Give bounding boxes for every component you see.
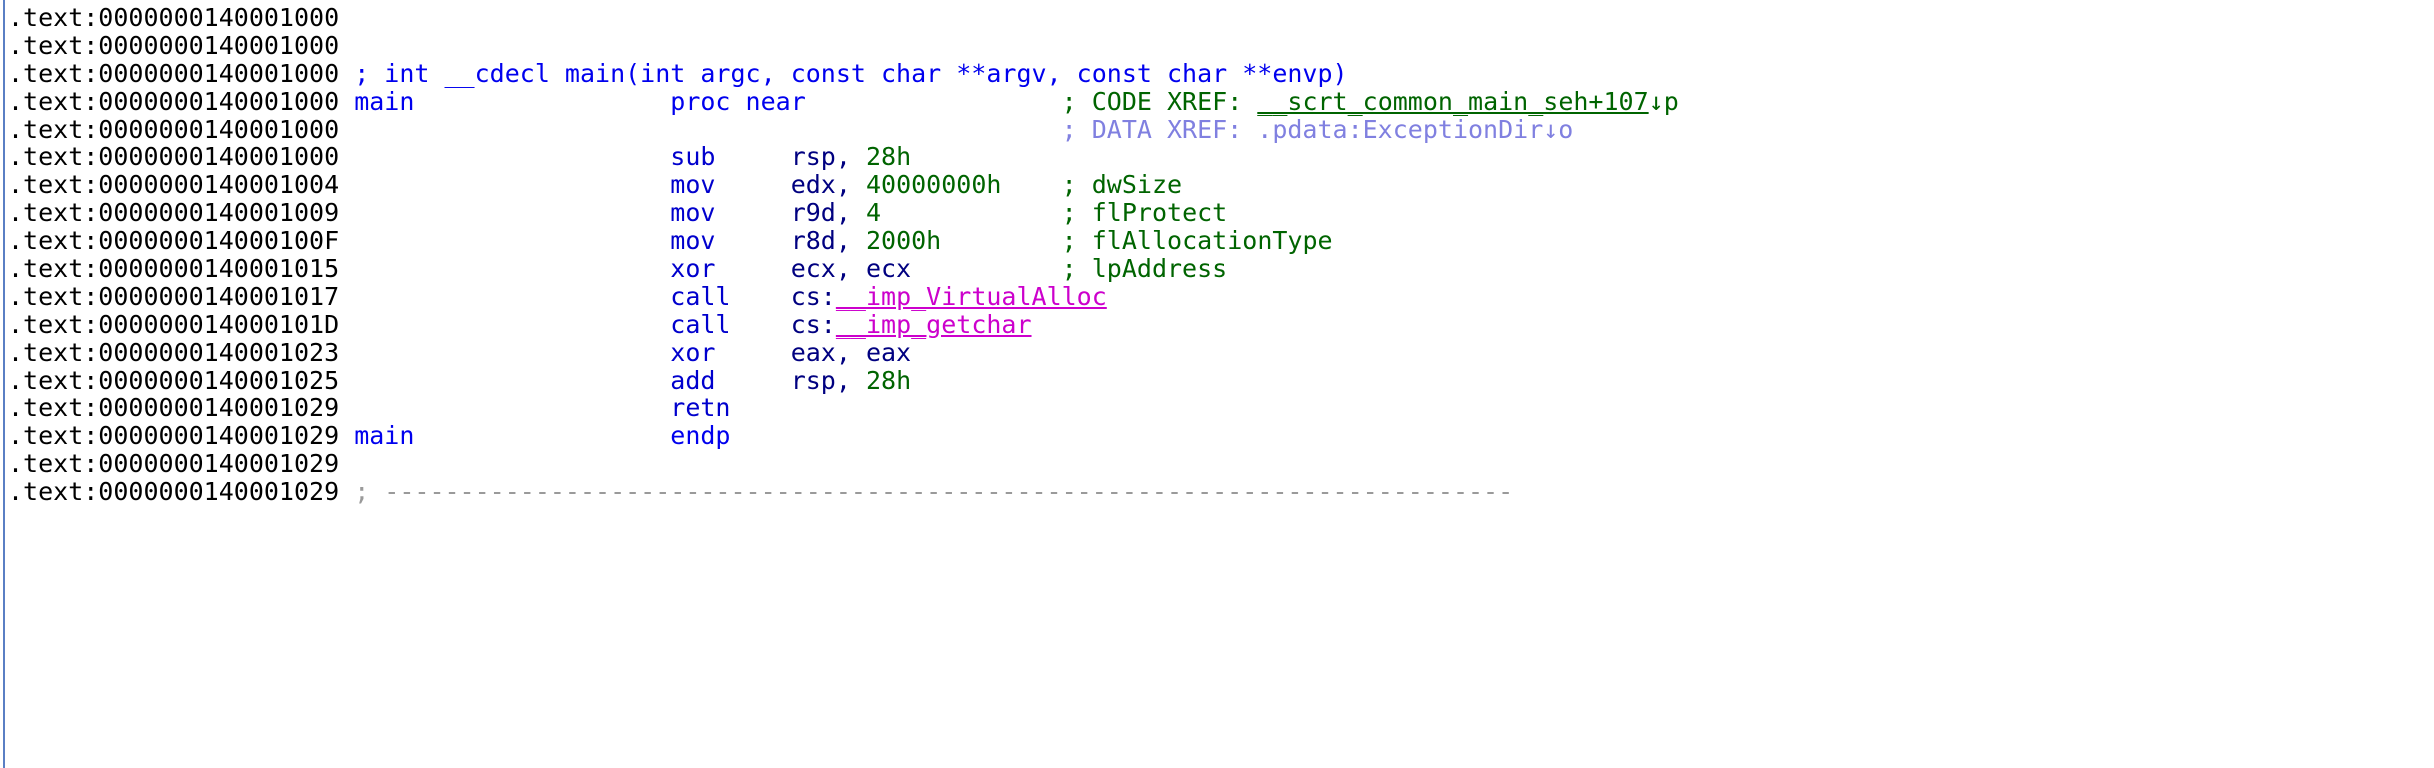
- operand-register[interactable]: r9d,: [791, 198, 866, 227]
- endp-directive: endp: [670, 421, 731, 451]
- code-xref-link[interactable]: __scrt_common_main_seh+107: [1257, 87, 1648, 116]
- disassembly-line[interactable]: .text:0000000140001000 ; int __cdecl mai…: [8, 58, 2428, 88]
- operand-register[interactable]: rsp,: [791, 142, 866, 171]
- disassembly-line[interactable]: .text:000000014000100F mov r8d, 2000h ; …: [8, 227, 2428, 255]
- disassembly-line[interactable]: .text:0000000140001029 main endp: [8, 422, 2428, 450]
- argument-comment: ; flProtect: [1061, 198, 1228, 228]
- operand-register[interactable]: r8d,: [791, 226, 866, 255]
- gutter-rule: [3, 0, 5, 768]
- line-address: .text:0000000140001000: [8, 3, 340, 32]
- instruction-mnemonic[interactable]: mov: [670, 226, 790, 255]
- instruction-mnemonic[interactable]: retn: [670, 393, 730, 422]
- disassembly-line[interactable]: .text:0000000140001000 sub rsp, 28h: [8, 143, 2428, 171]
- instruction-mnemonic[interactable]: call: [670, 282, 790, 311]
- import-reference-link[interactable]: __imp_VirtualAlloc: [836, 282, 1107, 311]
- operand-immediate[interactable]: 40000000h: [866, 170, 1001, 199]
- disassembly-line[interactable]: .text:0000000140001004 mov edx, 40000000…: [8, 171, 2428, 199]
- code-xref-comment: ; CODE XREF:: [1061, 86, 1258, 116]
- line-address: .text:0000000140001004: [8, 170, 340, 200]
- argument-comment: ; lpAddress: [1061, 254, 1228, 284]
- disassembly-line[interactable]: .text:0000000140001000 ; DATA XREF: .pda…: [8, 114, 2428, 144]
- line-address: .text:0000000140001029: [8, 449, 340, 479]
- disassembly-line[interactable]: .text:0000000140001025 add rsp, 28h: [8, 365, 2428, 395]
- instruction-mnemonic[interactable]: call: [670, 310, 790, 339]
- function-name-label[interactable]: main: [354, 421, 670, 450]
- line-address: .text:0000000140001009: [8, 198, 340, 228]
- operand-immediate[interactable]: 28h: [866, 142, 911, 171]
- disassembly-line[interactable]: .text:0000000140001009 mov r9d, 4 ; flPr…: [8, 199, 2428, 227]
- proc-directive: proc near: [670, 86, 1062, 116]
- disassembly-line[interactable]: .text:0000000140001029 retn: [8, 394, 2428, 422]
- operand-register[interactable]: edx,: [791, 170, 866, 199]
- instruction-mnemonic[interactable]: xor: [670, 254, 790, 283]
- disassembly-line[interactable]: .text:0000000140001029 ; ---------------…: [8, 478, 2428, 506]
- line-address: .text:0000000140001000: [8, 30, 340, 60]
- segment-prefix: cs:: [790, 309, 836, 339]
- function-name-label[interactable]: main: [354, 87, 670, 116]
- operand-register[interactable]: ecx, ecx: [791, 254, 911, 283]
- disassembly-line[interactable]: .text:0000000140001017 call cs:__imp_Vir…: [8, 281, 2428, 311]
- operand-immediate[interactable]: 2000h: [866, 226, 941, 255]
- code-xref-suffix: ↓p: [1648, 86, 1679, 116]
- disassembly-line[interactable]: .text:0000000140001000: [8, 4, 2428, 32]
- segment-prefix: cs:: [790, 281, 836, 311]
- operand-immediate[interactable]: 4: [866, 198, 881, 227]
- line-address: .text:0000000140001017: [8, 281, 340, 311]
- disassembly-line-list[interactable]: .text:0000000140001000 .text:000000014000…: [8, 4, 2428, 506]
- operand-register[interactable]: rsp,: [791, 366, 866, 395]
- instruction-mnemonic[interactable]: mov: [670, 170, 790, 199]
- line-address: .text:0000000140001029: [8, 477, 340, 507]
- line-address: .text:0000000140001000: [8, 142, 340, 172]
- separator-rule: ; --------------------------------------…: [354, 477, 1514, 507]
- disassembly-line[interactable]: .text:0000000140001000 main proc near ; …: [8, 86, 2428, 116]
- instruction-mnemonic[interactable]: sub: [670, 142, 790, 171]
- instruction-mnemonic[interactable]: mov: [670, 198, 790, 227]
- line-address: .text:0000000140001023: [8, 337, 340, 367]
- disassembly-line[interactable]: .text:000000014000101D call cs:__imp_get…: [8, 309, 2428, 339]
- instruction-mnemonic[interactable]: add: [670, 366, 790, 395]
- disassembly-line[interactable]: .text:0000000140001029: [8, 450, 2428, 478]
- disassembly-view[interactable]: .text:0000000140001000 .text:000000014000…: [0, 0, 2434, 768]
- data-xref-comment[interactable]: ; DATA XREF: .pdata:ExceptionDir↓o: [1062, 115, 1574, 144]
- line-address: .text:0000000140001025: [8, 365, 340, 395]
- line-address: .text:0000000140001015: [8, 254, 340, 284]
- line-address: .text:0000000140001029: [8, 393, 340, 423]
- argument-comment: ; flAllocationType: [1061, 226, 1333, 256]
- operand-register[interactable]: eax, eax: [791, 338, 911, 367]
- disassembly-line[interactable]: .text:0000000140001000: [8, 30, 2428, 60]
- line-address: .text:0000000140001000: [8, 114, 340, 144]
- argument-comment: ; dwSize: [1061, 170, 1183, 200]
- line-address: .text:0000000140001000: [8, 86, 340, 116]
- line-address: .text:000000014000100F: [8, 226, 340, 256]
- disassembly-line[interactable]: .text:0000000140001015 xor ecx, ecx ; lp…: [8, 255, 2428, 283]
- line-address: .text:000000014000101D: [8, 309, 340, 339]
- line-address: .text:0000000140001000: [8, 58, 340, 88]
- instruction-mnemonic[interactable]: xor: [670, 338, 790, 367]
- import-reference-link[interactable]: __imp_getchar: [836, 310, 1032, 339]
- disassembly-line[interactable]: .text:0000000140001023 xor eax, eax: [8, 337, 2428, 367]
- operand-immediate[interactable]: 28h: [866, 366, 911, 395]
- function-prototype-comment: ; int __cdecl main(int argc, const char …: [354, 58, 1348, 88]
- line-address: .text:0000000140001029: [8, 421, 340, 451]
